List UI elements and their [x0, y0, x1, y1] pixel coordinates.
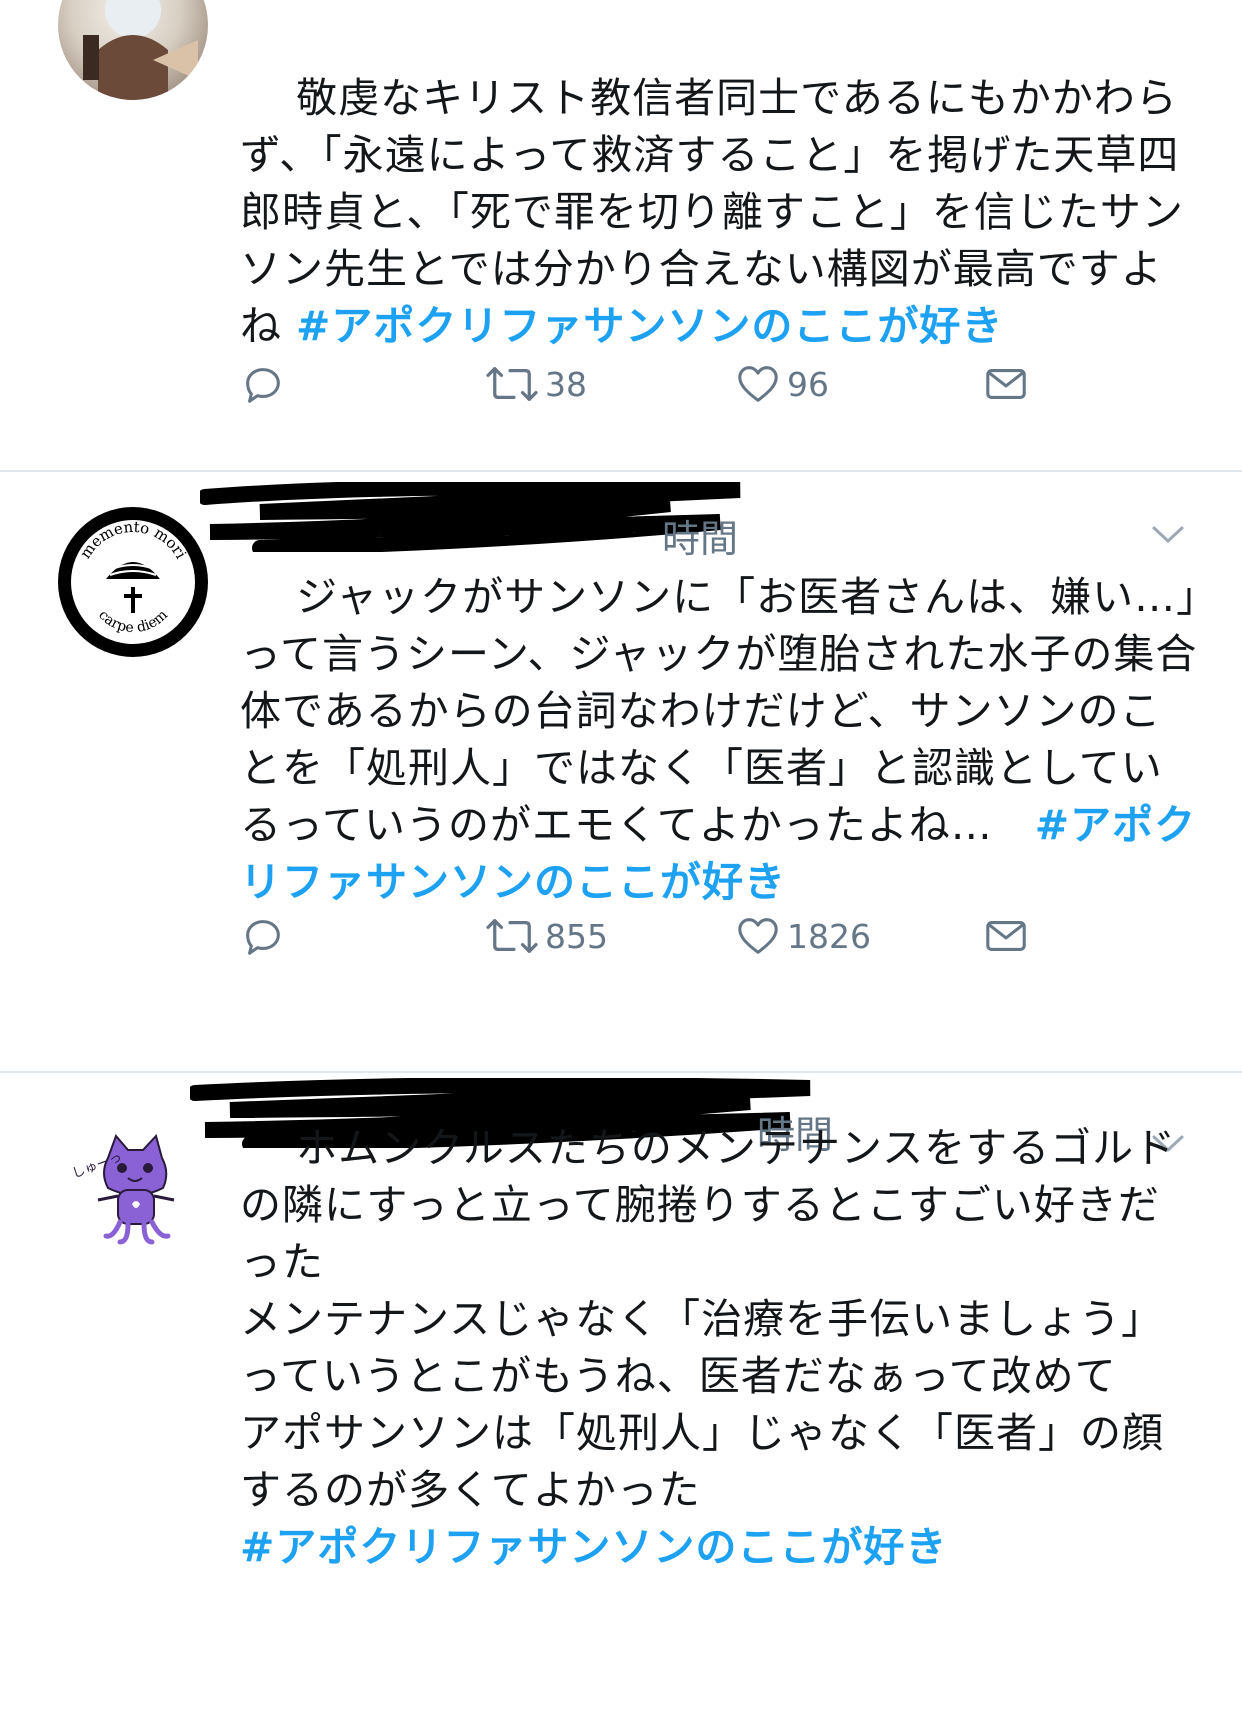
- tweet-text: ジャックがサンソンに「お医者さんは、嫌い…」って言うシーン、ジャックが堕胎された…: [240, 512, 1200, 968]
- retweet-count: 38: [545, 364, 587, 404]
- tweet-actions: 38 96: [0, 354, 1242, 414]
- reply-button[interactable]: [240, 906, 286, 966]
- retweet-count: 855: [545, 916, 608, 956]
- avatar[interactable]: [58, 0, 208, 100]
- tweet-text: ホムンクルスたちのメンテナンスをするゴルドの隣にすっと立って腕捲りするとこすごい…: [240, 1063, 1200, 1633]
- dm-icon: [986, 369, 1026, 399]
- retweet-button[interactable]: 855: [485, 906, 608, 966]
- dm-button[interactable]: [982, 354, 1030, 414]
- avatar-art: しゅーっ: [70, 1134, 175, 1245]
- dm-button[interactable]: [982, 906, 1030, 966]
- reply-icon: [246, 368, 280, 403]
- like-button[interactable]: 1826: [735, 906, 871, 966]
- retweet-button[interactable]: 38: [485, 354, 587, 414]
- avatar[interactable]: memento mori carpe diem: [58, 507, 208, 657]
- avatar[interactable]: しゅーっ: [58, 1118, 208, 1268]
- like-button[interactable]: 96: [735, 354, 829, 414]
- retweet-icon: [486, 919, 538, 953]
- tweet-1[interactable]: 敬虔なキリスト教信者同士であるにもかかわらず、「永遠によって救済すること」を掲げ…: [0, 0, 1242, 435]
- tweet-actions: 855 1826: [0, 906, 1242, 966]
- tweet-3[interactable]: 時間 しゅーっ ホムンクルスたちのメンテナンスをするゴルドの隣にすっと立って腕捲…: [0, 1073, 1242, 1711]
- reply-button[interactable]: [240, 354, 286, 414]
- tweet-text: 敬虔なキリスト教信者同士であるにもかかわらず、「永遠によって救済すること」を掲げ…: [240, 13, 1200, 412]
- retweet-icon: [486, 367, 538, 401]
- like-count: 96: [787, 364, 829, 404]
- avatar-art: [83, 0, 198, 100]
- dm-icon: [986, 921, 1026, 951]
- tweet-2[interactable]: 時間 memento mori carpe diem ジャックがサンソンに「お医…: [0, 472, 1242, 1072]
- tweet-body: ホムンクルスたちのメンテナンスをするゴルドの隣にすっと立って腕捲りするとこすごい…: [240, 1124, 1177, 1514]
- hashtag-link[interactable]: #アポクリファサンソンのここが好き: [296, 302, 1003, 350]
- like-count: 1826: [787, 916, 871, 956]
- avatar-art: memento mori carpe diem: [71, 518, 195, 644]
- reply-icon: [246, 920, 280, 955]
- hashtag-link[interactable]: #アポクリファサンソンのここが好き: [240, 1523, 947, 1571]
- heart-icon: [738, 918, 778, 954]
- heart-icon: [738, 366, 778, 402]
